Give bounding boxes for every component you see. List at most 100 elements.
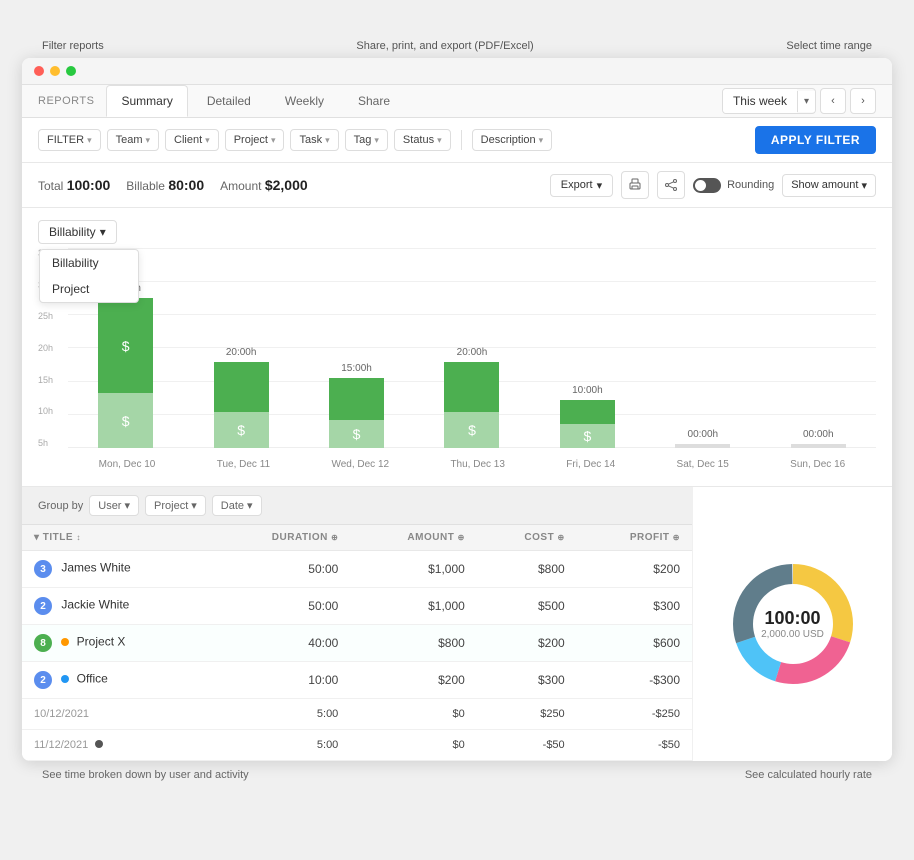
table-row: 2 Office 10:00 $200 $300 -$300 [22,662,692,699]
show-amount-button[interactable]: Show amount ▾ [782,174,876,197]
row-projectx-amount: $800 [350,625,476,662]
group-by-date[interactable]: Date ▾ [212,495,262,516]
filter-bar: FILTER ▾ Team ▾ Client ▾ Project ▾ Task … [22,118,892,163]
tab-weekly[interactable]: Weekly [270,85,339,117]
client-arrow-icon: ▾ [205,135,210,146]
time-range-selector[interactable]: This week ▾ [722,88,816,114]
tab-detailed[interactable]: Detailed [192,85,266,117]
apply-filter-button[interactable]: APPLY FILTER [755,126,876,154]
row-jackie-white-cost: $500 [477,588,577,625]
row-james-white-cost: $800 [477,551,577,588]
fullscreen-dot[interactable] [66,66,76,76]
group-by-bar: Group by User ▾ Project ▾ Date ▾ [22,487,692,525]
filter-team-chip[interactable]: Team ▾ [107,129,159,151]
row-date1-cost: $250 [477,699,577,730]
annotation-time-breakdown: See time broken down by user and activit… [42,769,249,781]
donut-section: 100:00 2,000.00 USD [692,487,892,761]
minimize-dot[interactable] [50,66,60,76]
billability-label: Billability [49,225,96,239]
summary-bar: Total 100:00 Billable 80:00 Amount $2,00… [22,163,892,208]
billability-menu: Billability Project [39,249,139,303]
nav-prev-button[interactable]: ‹ [820,88,846,114]
bar-fri-dark [560,400,615,424]
bar-mon-dark: $ [98,298,153,393]
time-range-dropdown-arrow[interactable]: ▾ [797,91,815,112]
chart-bars: 35:00h $ $ 20:00h $ 15:00h [68,263,876,448]
row-date2-cost: -$50 [477,730,577,761]
donut-chart: 100:00 2,000.00 USD [723,554,863,694]
description-arrow-icon: ▾ [539,135,544,146]
row-badge: 8 [34,634,52,652]
group-by-project[interactable]: Project ▾ [145,495,206,516]
filter-client-chip[interactable]: Client ▾ [165,129,219,151]
chart-col-sat: 00:00h [675,429,730,448]
filter-status-chip[interactable]: Status ▾ [394,129,451,151]
row-james-white-duration: 50:00 [210,551,351,588]
user-arrow-icon: ▾ [124,499,130,512]
sort-profit-icon: ⊕ [673,533,680,542]
col-duration[interactable]: DURATION ⊕ [210,525,351,551]
row-james-white-amount: $1,000 [350,551,476,588]
chart-col-fri: 10:00h $ [560,385,615,448]
filter-task-chip[interactable]: Task ▾ [290,129,338,151]
rounding-toggle-wrap: Rounding [693,178,774,193]
summary-stats: Total 100:00 Billable 80:00 Amount $2,00… [38,177,308,193]
row-badge: 2 [34,671,52,689]
rounding-toggle[interactable] [693,178,721,193]
task-arrow-icon: ▾ [325,135,330,146]
annotation-filter-reports: Filter reports [42,40,104,52]
billability-dropdown[interactable]: Billability ▾ Billability Project [38,220,117,244]
bar-sat [675,444,730,448]
row-jackie-white-title: 2 Jackie White [22,588,210,625]
filter-description-chip[interactable]: Description ▾ [472,129,553,151]
row-office-title: 2 Office [22,662,210,699]
row-date1-title: 10/12/2021 [22,699,210,730]
col-cost[interactable]: COST ⊕ [477,525,577,551]
row-james-white-title: 3 James White [22,551,210,588]
table-row: 11/12/2021 5:00 $0 -$50 -$50 [22,730,692,761]
col-profit[interactable]: PROFIT ⊕ [577,525,692,551]
close-dot[interactable] [34,66,44,76]
nav-next-button[interactable]: › [850,88,876,114]
billability-option-project[interactable]: Project [40,276,138,302]
billable-stat: Billable 80:00 [126,177,204,193]
group-by-user[interactable]: User ▾ [89,495,139,516]
group-by-label: Group by [38,500,83,512]
share-button[interactable] [657,171,685,199]
print-button[interactable] [621,171,649,199]
row-date1-profit: -$250 [577,699,692,730]
share-icon [664,178,678,192]
row-office-amount: $200 [350,662,476,699]
export-button[interactable]: Export ▾ [550,174,613,197]
col-title[interactable]: ▾ TITLE ↕ [22,525,210,551]
data-table: ▾ TITLE ↕ DURATION ⊕ AMOUNT ⊕ COST ⊕ PRO… [22,525,692,761]
bar-fri-light: $ [560,424,615,448]
rounding-label: Rounding [727,179,774,191]
print-icon [628,178,642,192]
tab-summary[interactable]: Summary [106,85,187,117]
filter-tag-chip[interactable]: Tag ▾ [345,129,388,151]
bar-tue-light: $ [214,412,269,448]
project-group-arrow-icon: ▾ [191,499,197,512]
total-stat: Total 100:00 [38,177,110,193]
sort-duration-icon: ⊕ [331,533,338,542]
team-arrow-icon: ▾ [146,135,151,146]
bar-wed-light: $ [329,420,384,448]
row-date1-amount: $0 [350,699,476,730]
col-amount[interactable]: AMOUNT ⊕ [350,525,476,551]
row-office-duration: 10:00 [210,662,351,699]
filter-arrow-icon: ▾ [87,135,92,146]
chart-area: Billability ▾ Billability Project 35h 30… [22,208,892,487]
billability-option-billability[interactable]: Billability [40,250,138,276]
tab-share[interactable]: Share [343,85,405,117]
row-date2-title: 11/12/2021 [22,730,210,761]
donut-value: 100:00 [761,608,824,629]
filter-main-chip[interactable]: FILTER ▾ [38,129,101,151]
tag-arrow-icon: ▾ [374,135,379,146]
bottom-section: Group by User ▾ Project ▾ Date ▾ [22,487,892,761]
show-amount-arrow-icon: ▾ [861,179,867,192]
filter-project-chip[interactable]: Project ▾ [225,129,285,151]
row-indicator-dot [95,740,103,748]
chart-col-sun: 00:00h [791,429,846,448]
row-date2-amount: $0 [350,730,476,761]
